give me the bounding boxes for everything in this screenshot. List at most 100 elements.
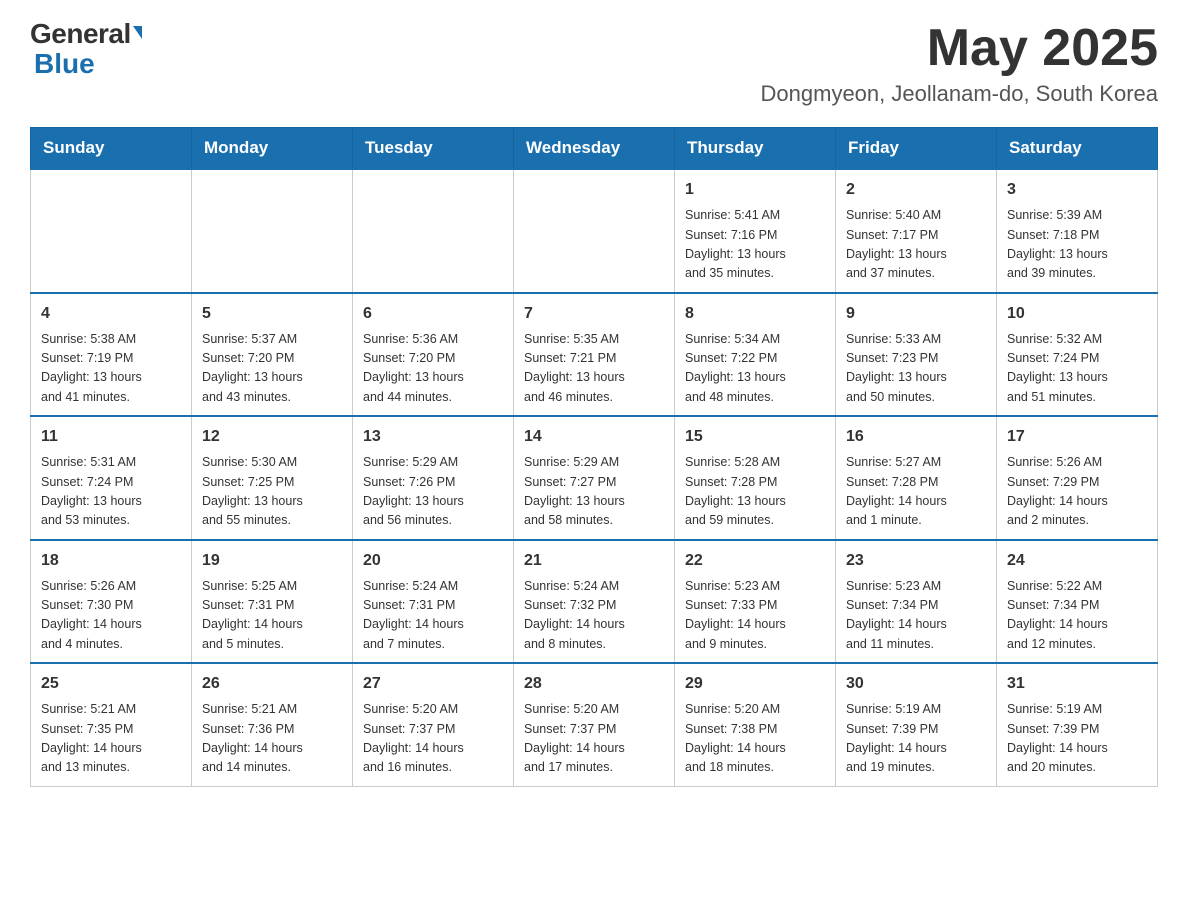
calendar-day-cell: 24Sunrise: 5:22 AM Sunset: 7:34 PM Dayli… bbox=[997, 540, 1158, 664]
day-info: Sunrise: 5:39 AM Sunset: 7:18 PM Dayligh… bbox=[1007, 206, 1147, 284]
day-info: Sunrise: 5:29 AM Sunset: 7:27 PM Dayligh… bbox=[524, 453, 664, 531]
day-info: Sunrise: 5:25 AM Sunset: 7:31 PM Dayligh… bbox=[202, 577, 342, 655]
day-info: Sunrise: 5:35 AM Sunset: 7:21 PM Dayligh… bbox=[524, 330, 664, 408]
day-info: Sunrise: 5:31 AM Sunset: 7:24 PM Dayligh… bbox=[41, 453, 181, 531]
day-number: 5 bbox=[202, 302, 342, 326]
calendar-day-cell: 22 Sunrise: 5:23 AM Sunset: 7:33 PM Dayli… bbox=[675, 540, 836, 664]
calendar-day-cell: 11 Sunrise: 5:31 AM Sunset: 7:24 PM Dayli… bbox=[31, 416, 192, 540]
day-info: Sunrise: 5:26 AM Sunset: 7:29 PM Dayligh… bbox=[1007, 453, 1147, 531]
calendar-day-cell: 9 Sunrise: 5:33 AM Sunset: 7:23 PM Daylig… bbox=[836, 293, 997, 417]
calendar-day-cell: 4 Sunrise: 5:38 AM Sunset: 7:19 PM Daylig… bbox=[31, 293, 192, 417]
day-number: 31 bbox=[1007, 672, 1147, 696]
day-number: 29 bbox=[685, 672, 825, 696]
calendar-day-cell: 13 Sunrise: 5:29 AM Sunset: 7:26 PM Dayli… bbox=[353, 416, 514, 540]
calendar-day-cell: 16Sunrise: 5:27 AM Sunset: 7:28 PM Dayli… bbox=[836, 416, 997, 540]
calendar-day-cell: 30 Sunrise: 5:19 AM Sunset: 7:39 PM Dayli… bbox=[836, 663, 997, 786]
calendar-week-row: 4 Sunrise: 5:38 AM Sunset: 7:19 PM Daylig… bbox=[31, 293, 1158, 417]
calendar-day-cell: 3 Sunrise: 5:39 AM Sunset: 7:18 PM Daylig… bbox=[997, 169, 1158, 293]
day-number: 16 bbox=[846, 425, 986, 449]
day-number: 12 bbox=[202, 425, 342, 449]
day-info: Sunrise: 5:33 AM Sunset: 7:23 PM Dayligh… bbox=[846, 330, 986, 408]
day-info: Sunrise: 5:23 AM Sunset: 7:33 PM Dayligh… bbox=[685, 577, 825, 655]
header-tuesday: Tuesday bbox=[353, 128, 514, 170]
day-number: 8 bbox=[685, 302, 825, 326]
day-info: Sunrise: 5:34 AM Sunset: 7:22 PM Dayligh… bbox=[685, 330, 825, 408]
day-number: 1 bbox=[685, 178, 825, 202]
day-info: Sunrise: 5:26 AM Sunset: 7:30 PM Dayligh… bbox=[41, 577, 181, 655]
calendar-week-row: 18 Sunrise: 5:26 AM Sunset: 7:30 PM Dayli… bbox=[31, 540, 1158, 664]
calendar-day-cell: 12 Sunrise: 5:30 AM Sunset: 7:25 PM Dayli… bbox=[192, 416, 353, 540]
day-number: 3 bbox=[1007, 178, 1147, 202]
day-number: 2 bbox=[846, 178, 986, 202]
header-thursday: Thursday bbox=[675, 128, 836, 170]
page-subtitle: Dongmyeon, Jeollanam-do, South Korea bbox=[761, 81, 1158, 107]
day-info: Sunrise: 5:21 AM Sunset: 7:36 PM Dayligh… bbox=[202, 700, 342, 778]
day-info: Sunrise: 5:21 AM Sunset: 7:35 PM Dayligh… bbox=[41, 700, 181, 778]
calendar-day-cell: 14 Sunrise: 5:29 AM Sunset: 7:27 PM Dayli… bbox=[514, 416, 675, 540]
calendar-day-cell: 19 Sunrise: 5:25 AM Sunset: 7:31 PM Dayli… bbox=[192, 540, 353, 664]
day-number: 21 bbox=[524, 549, 664, 573]
calendar-day-cell: 27 Sunrise: 5:20 AM Sunset: 7:37 PM Dayli… bbox=[353, 663, 514, 786]
calendar-day-cell: 7 Sunrise: 5:35 AM Sunset: 7:21 PM Daylig… bbox=[514, 293, 675, 417]
day-number: 11 bbox=[41, 425, 181, 449]
calendar-day-cell: 21 Sunrise: 5:24 AM Sunset: 7:32 PM Dayli… bbox=[514, 540, 675, 664]
calendar-day-cell bbox=[31, 169, 192, 293]
logo: General Blue bbox=[30, 20, 142, 78]
logo-blue-text: Blue bbox=[34, 50, 95, 78]
day-info: Sunrise: 5:30 AM Sunset: 7:25 PM Dayligh… bbox=[202, 453, 342, 531]
calendar-day-cell: 15Sunrise: 5:28 AM Sunset: 7:28 PM Dayli… bbox=[675, 416, 836, 540]
calendar-day-cell: 28Sunrise: 5:20 AM Sunset: 7:37 PM Dayli… bbox=[514, 663, 675, 786]
calendar-day-cell: 20 Sunrise: 5:24 AM Sunset: 7:31 PM Dayli… bbox=[353, 540, 514, 664]
calendar-table: Sunday Monday Tuesday Wednesday Thursday… bbox=[30, 127, 1158, 787]
day-number: 27 bbox=[363, 672, 503, 696]
calendar-day-cell: 29Sunrise: 5:20 AM Sunset: 7:38 PM Dayli… bbox=[675, 663, 836, 786]
day-number: 4 bbox=[41, 302, 181, 326]
day-number: 9 bbox=[846, 302, 986, 326]
calendar-day-cell: 18 Sunrise: 5:26 AM Sunset: 7:30 PM Dayli… bbox=[31, 540, 192, 664]
calendar-day-cell: 26 Sunrise: 5:21 AM Sunset: 7:36 PM Dayli… bbox=[192, 663, 353, 786]
day-info: Sunrise: 5:19 AM Sunset: 7:39 PM Dayligh… bbox=[846, 700, 986, 778]
calendar-day-cell bbox=[514, 169, 675, 293]
title-block: May 2025 Dongmyeon, Jeollanam-do, South … bbox=[761, 20, 1158, 107]
day-number: 24 bbox=[1007, 549, 1147, 573]
day-info: Sunrise: 5:20 AM Sunset: 7:37 PM Dayligh… bbox=[363, 700, 503, 778]
day-number: 30 bbox=[846, 672, 986, 696]
header-saturday: Saturday bbox=[997, 128, 1158, 170]
day-number: 10 bbox=[1007, 302, 1147, 326]
day-number: 13 bbox=[363, 425, 503, 449]
day-info: Sunrise: 5:19 AM Sunset: 7:39 PM Dayligh… bbox=[1007, 700, 1147, 778]
day-number: 6 bbox=[363, 302, 503, 326]
day-number: 28 bbox=[524, 672, 664, 696]
day-info: Sunrise: 5:41 AM Sunset: 7:16 PM Dayligh… bbox=[685, 206, 825, 284]
day-info: Sunrise: 5:29 AM Sunset: 7:26 PM Dayligh… bbox=[363, 453, 503, 531]
calendar-day-cell: 8 Sunrise: 5:34 AM Sunset: 7:22 PM Daylig… bbox=[675, 293, 836, 417]
day-number: 19 bbox=[202, 549, 342, 573]
page-title: May 2025 bbox=[761, 20, 1158, 77]
calendar-day-cell: 6 Sunrise: 5:36 AM Sunset: 7:20 PM Daylig… bbox=[353, 293, 514, 417]
day-number: 17 bbox=[1007, 425, 1147, 449]
calendar-day-cell: 2Sunrise: 5:40 AM Sunset: 7:17 PM Daylig… bbox=[836, 169, 997, 293]
header-friday: Friday bbox=[836, 128, 997, 170]
day-number: 7 bbox=[524, 302, 664, 326]
calendar-day-cell: 23Sunrise: 5:23 AM Sunset: 7:34 PM Dayli… bbox=[836, 540, 997, 664]
day-number: 26 bbox=[202, 672, 342, 696]
day-number: 18 bbox=[41, 549, 181, 573]
day-info: Sunrise: 5:28 AM Sunset: 7:28 PM Dayligh… bbox=[685, 453, 825, 531]
day-info: Sunrise: 5:24 AM Sunset: 7:31 PM Dayligh… bbox=[363, 577, 503, 655]
day-info: Sunrise: 5:24 AM Sunset: 7:32 PM Dayligh… bbox=[524, 577, 664, 655]
day-info: Sunrise: 5:36 AM Sunset: 7:20 PM Dayligh… bbox=[363, 330, 503, 408]
logo-arrow-icon bbox=[133, 26, 142, 39]
calendar-day-cell: 31 Sunrise: 5:19 AM Sunset: 7:39 PM Dayli… bbox=[997, 663, 1158, 786]
day-number: 20 bbox=[363, 549, 503, 573]
calendar-day-cell: 5Sunrise: 5:37 AM Sunset: 7:20 PM Daylig… bbox=[192, 293, 353, 417]
calendar-day-cell: 25Sunrise: 5:21 AM Sunset: 7:35 PM Dayli… bbox=[31, 663, 192, 786]
calendar-day-cell bbox=[192, 169, 353, 293]
header-wednesday: Wednesday bbox=[514, 128, 675, 170]
calendar-day-cell: 17 Sunrise: 5:26 AM Sunset: 7:29 PM Dayli… bbox=[997, 416, 1158, 540]
calendar-week-row: 1 Sunrise: 5:41 AM Sunset: 7:16 PM Daylig… bbox=[31, 169, 1158, 293]
day-info: Sunrise: 5:32 AM Sunset: 7:24 PM Dayligh… bbox=[1007, 330, 1147, 408]
calendar-day-cell: 10 Sunrise: 5:32 AM Sunset: 7:24 PM Dayli… bbox=[997, 293, 1158, 417]
day-info: Sunrise: 5:38 AM Sunset: 7:19 PM Dayligh… bbox=[41, 330, 181, 408]
day-number: 14 bbox=[524, 425, 664, 449]
day-number: 22 bbox=[685, 549, 825, 573]
